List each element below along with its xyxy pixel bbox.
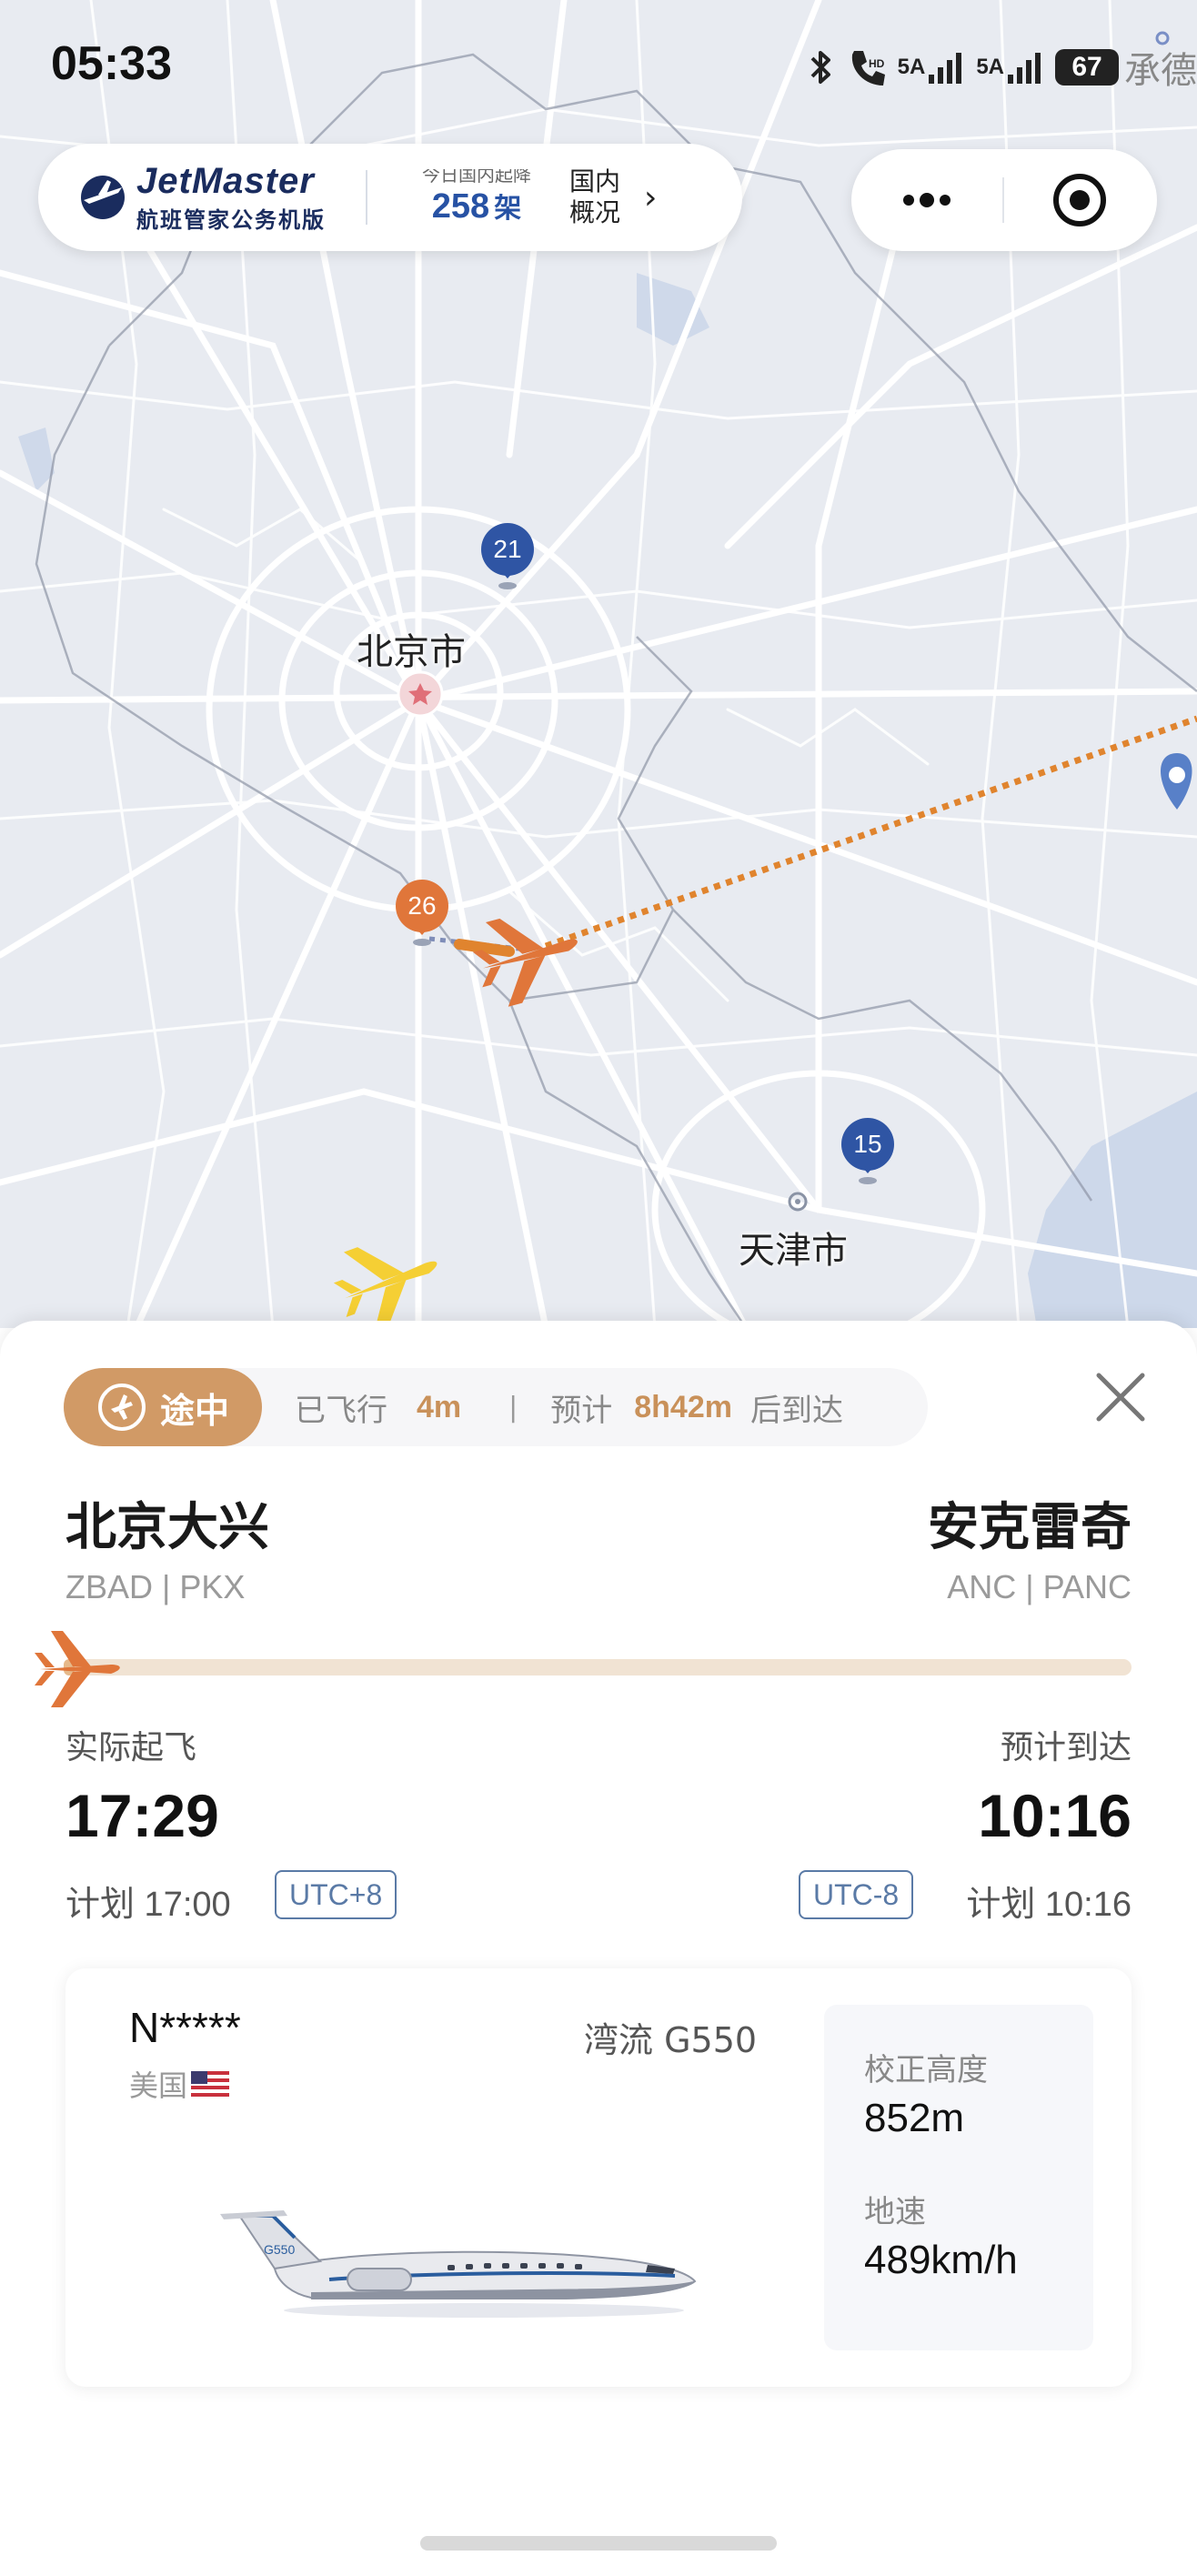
flight-status-row: 途中 已飞行 4m | 预计 8h42m 后到达 xyxy=(64,1368,928,1446)
departure-time: 17:29 xyxy=(65,1782,219,1849)
flight-count-value: 258 xyxy=(431,186,490,226)
brand-banner[interactable]: JetMaster 航班管家公务机版 今日国内起降 258 架 国内概况 › xyxy=(38,144,742,251)
flight-progress-bar xyxy=(64,1659,1132,1675)
ground-speed-value: 489km/h xyxy=(864,2238,1018,2282)
flight-count-unit: 架 xyxy=(494,192,522,225)
network-type-1: 5A xyxy=(897,55,926,79)
altitude-label: 校正高度 xyxy=(864,2052,988,2088)
flight-detail-sheet: 途中 已飞行 4m | 预计 8h42m 后到达 北京大兴 ZBAD | PKX… xyxy=(0,1321,1197,2576)
miniprogram-capsule xyxy=(851,149,1157,251)
svg-text:HD: HD xyxy=(869,57,885,70)
departure-scheduled: 计划 17:00 xyxy=(65,1886,231,1924)
aircraft-tail-text: G550 xyxy=(264,2242,295,2257)
battery-icon: 67 xyxy=(1055,49,1119,86)
departure-time-label: 实际起飞 xyxy=(65,1729,197,1766)
aircraft-registration: N***** xyxy=(129,2004,241,2051)
signal-icon xyxy=(1008,53,1041,84)
arrival-scheduled: 计划 10:16 xyxy=(966,1886,1132,1924)
aircraft-country-label: 美国 xyxy=(129,2068,188,2103)
arrival-time: 10:16 xyxy=(978,1782,1132,1849)
more-dots-icon xyxy=(903,193,951,207)
origin-codes: ZBAD | PKX xyxy=(65,1568,246,1605)
status-time: 05:33 xyxy=(51,37,172,90)
airport-pin-count: 26 xyxy=(407,891,437,920)
altitude-value: 852m xyxy=(864,2096,965,2140)
flight-count-caption: 今日国内起降 xyxy=(422,168,531,186)
divider xyxy=(366,170,367,225)
map-label-chengde: 承德 xyxy=(1124,50,1197,92)
signal-icon xyxy=(929,53,962,84)
progress-plane-icon xyxy=(35,1631,120,1707)
map-label-beijing: 北京市 xyxy=(357,631,466,673)
airport-pin-count: 21 xyxy=(493,535,522,563)
bluetooth-icon xyxy=(810,51,830,84)
destination-codes: ANC | PANC xyxy=(947,1568,1132,1605)
target-icon xyxy=(1053,174,1106,226)
eta-value: 8h42m xyxy=(634,1389,732,1424)
network-type-2: 5A xyxy=(976,55,1004,79)
domestic-overview-label: 国内概况 xyxy=(569,166,621,227)
aircraft-model: 湾流 G550 xyxy=(584,2020,758,2060)
plane-circle-icon xyxy=(97,1384,146,1431)
flight-status-chip: 途中 xyxy=(64,1368,262,1446)
aircraft-card[interactable]: N***** 美国 湾流 G550 G550 校正高度 852m 地速 489k… xyxy=(65,1968,1132,2387)
close-button[interactable] xyxy=(1095,1372,1146,1423)
chevron-right-icon: › xyxy=(644,178,658,216)
brand-name: JetMaster xyxy=(136,161,315,201)
brand-subtitle: 航班管家公务机版 xyxy=(136,207,326,233)
eta-suffix: 后到达 xyxy=(749,1392,843,1429)
airport-pin-21[interactable]: 21 xyxy=(480,522,535,591)
status-bar: 05:33 HD 5A 5A 67 承德 xyxy=(0,0,1197,136)
flight-status-label: 途中 xyxy=(159,1390,229,1431)
airport-pin-26[interactable]: 26 xyxy=(395,879,449,948)
close-icon xyxy=(1096,1373,1145,1422)
arrival-time-label: 预计到达 xyxy=(1000,1729,1132,1766)
airport-pin-count: 15 xyxy=(853,1130,882,1158)
flown-value: 4m xyxy=(417,1389,462,1424)
destination-city: 安克雷奇 xyxy=(928,1498,1132,1557)
jetmaster-logo-icon xyxy=(81,176,125,219)
flight-count-box: 今日国内起降 258 架 xyxy=(404,169,549,226)
home-indicator[interactable] xyxy=(420,2536,777,2551)
map-label-tianjin: 天津市 xyxy=(739,1230,848,1272)
close-miniprogram-button[interactable] xyxy=(1004,149,1155,251)
more-button[interactable] xyxy=(851,149,1002,251)
eta-prefix: 预计 xyxy=(550,1392,613,1429)
domestic-overview-link[interactable]: 国内概况 › xyxy=(569,166,657,228)
status-icons: HD 5A 5A 67 承德 xyxy=(807,40,1197,95)
aircraft-image: G550 xyxy=(220,2210,697,2318)
flight-stats-panel: 校正高度 852m 地速 489km/h xyxy=(824,2005,1093,2350)
origin-city: 北京大兴 xyxy=(65,1498,269,1557)
ground-speed-label: 地速 xyxy=(864,2194,926,2230)
row-separator: | xyxy=(508,1391,518,1424)
hd-call-icon: HD xyxy=(851,51,885,86)
flown-label: 已飞行 xyxy=(295,1392,387,1429)
destination-utc-badge: UTC-8 xyxy=(799,1870,914,1919)
us-flag-icon xyxy=(191,2071,230,2097)
aircraft-country: 美国 xyxy=(129,2063,230,2105)
origin-utc-badge: UTC+8 xyxy=(275,1870,397,1919)
airport-pin-15[interactable]: 15 xyxy=(840,1117,895,1186)
